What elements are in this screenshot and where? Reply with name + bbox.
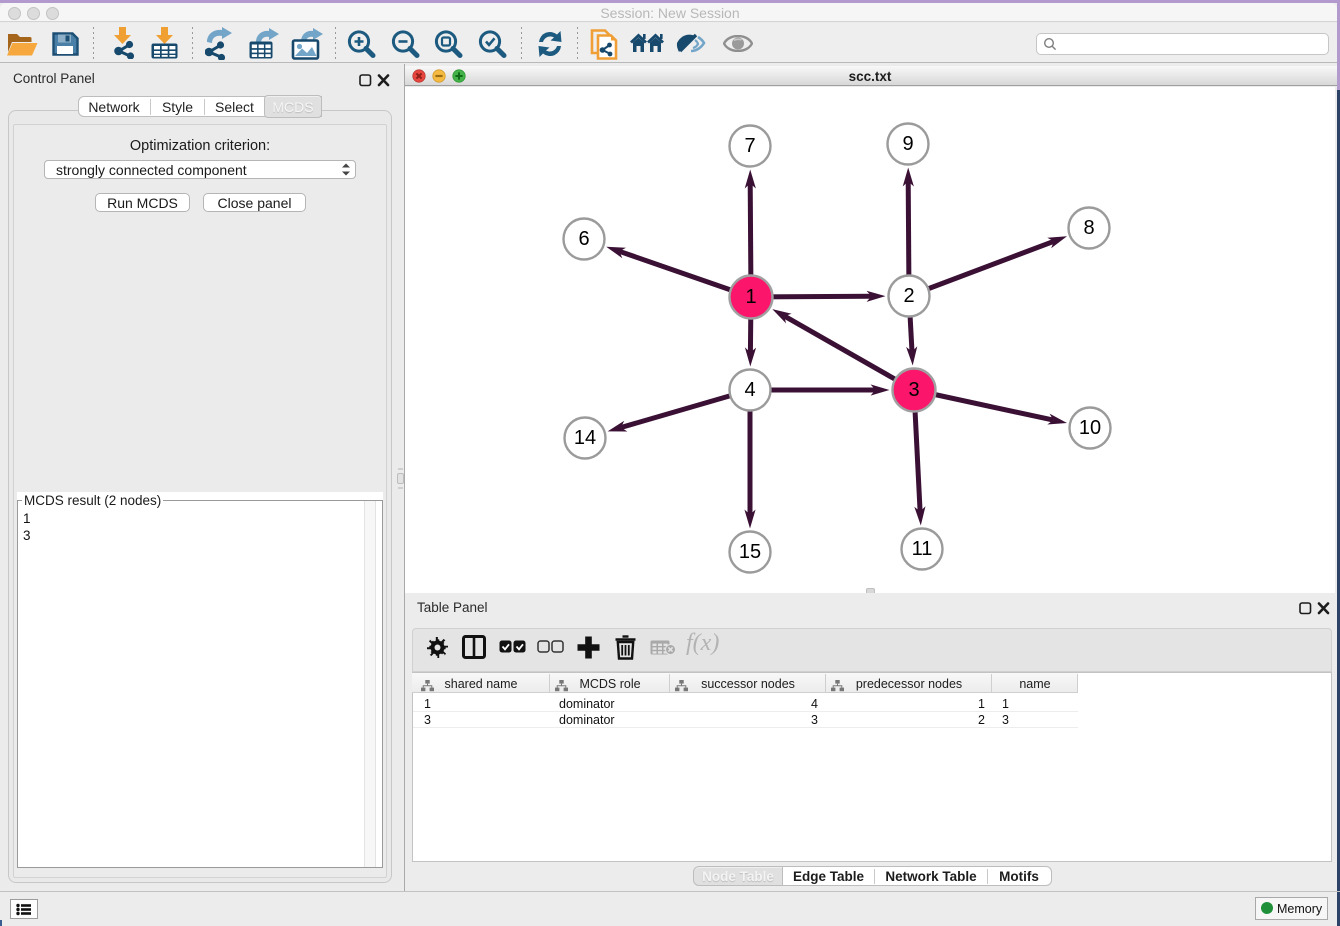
- svg-text:15: 15: [739, 541, 761, 563]
- svg-text:8: 8: [1083, 217, 1094, 239]
- svg-text:10: 10: [1079, 417, 1101, 439]
- svg-text:3: 3: [908, 379, 919, 401]
- svg-text:1: 1: [745, 286, 756, 308]
- svg-text:6: 6: [578, 228, 589, 250]
- svg-text:4: 4: [744, 379, 755, 401]
- svg-text:7: 7: [744, 135, 755, 157]
- svg-text:9: 9: [902, 133, 913, 155]
- svg-text:2: 2: [903, 285, 914, 307]
- svg-text:11: 11: [912, 538, 933, 560]
- svg-text:14: 14: [574, 427, 596, 449]
